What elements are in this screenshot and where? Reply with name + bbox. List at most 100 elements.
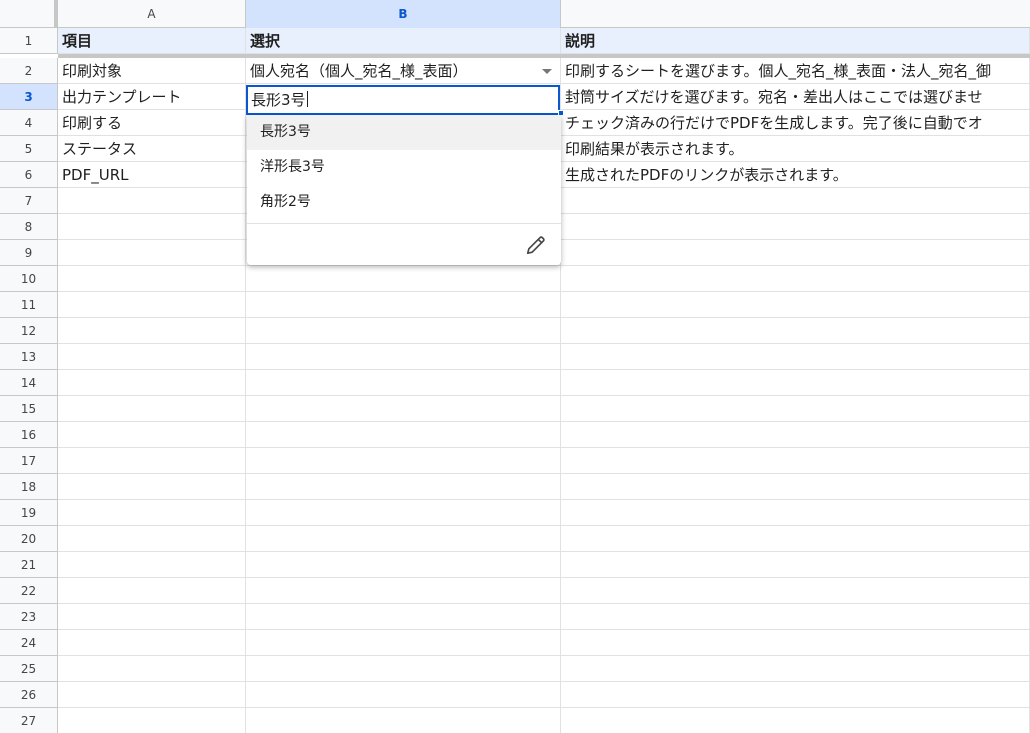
cell-b[interactable] (246, 448, 561, 474)
cell-b[interactable] (246, 422, 561, 448)
cell-b[interactable] (246, 604, 561, 630)
cell-c[interactable] (561, 500, 1030, 526)
cell-a[interactable] (58, 240, 246, 266)
row-header-5[interactable]: 5 (0, 136, 58, 162)
cell-a[interactable]: 印刷する (58, 110, 246, 136)
cell-c[interactable]: 封筒サイズだけを選びます。宛名・差出人はここでは選びませ (561, 84, 1030, 110)
cell-b[interactable] (246, 630, 561, 656)
cell-b[interactable] (246, 708, 561, 733)
cell-a[interactable] (58, 630, 246, 656)
cell-a[interactable] (58, 266, 246, 292)
cell-c[interactable] (561, 604, 1030, 630)
cell-c[interactable]: チェック済みの行だけでPDFを生成します。完了後に自動でオ (561, 110, 1030, 136)
cell-c[interactable] (561, 708, 1030, 733)
cell-b[interactable] (246, 266, 561, 292)
cell-c[interactable] (561, 578, 1030, 604)
cell-b[interactable] (246, 656, 561, 682)
row-header-2[interactable]: 2 (0, 58, 58, 84)
cell-c[interactable] (561, 630, 1030, 656)
cell-b[interactable] (246, 318, 561, 344)
cell-a[interactable] (58, 656, 246, 682)
cell-a[interactable] (58, 214, 246, 240)
dropdown-arrow-icon[interactable] (542, 69, 552, 74)
cell-b[interactable] (246, 370, 561, 396)
cell-a[interactable] (58, 188, 246, 214)
row-header-25[interactable]: 25 (0, 656, 58, 682)
cell-b[interactable]: 個人宛名（個人_宛名_様_表面） (246, 58, 561, 84)
cell-a[interactable] (58, 344, 246, 370)
cell-c[interactable]: 印刷結果が表示されます。 (561, 136, 1030, 162)
row-header-18[interactable]: 18 (0, 474, 58, 500)
cell-a[interactable] (58, 552, 246, 578)
cell-c[interactable] (561, 318, 1030, 344)
active-cell-editor[interactable]: 長形3号 (246, 85, 560, 115)
row-header-13[interactable]: 13 (0, 344, 58, 370)
cell-c[interactable]: 生成されたPDFのリンクが表示されます。 (561, 162, 1030, 188)
cell-c[interactable] (561, 396, 1030, 422)
column-header-b[interactable]: B (246, 0, 561, 28)
row-header-21[interactable]: 21 (0, 552, 58, 578)
row-header-15[interactable]: 15 (0, 396, 58, 422)
cell-a[interactable]: PDF_URL (58, 162, 246, 188)
dropdown-option[interactable]: 洋形長3号 (247, 150, 561, 185)
cell-c[interactable] (561, 292, 1030, 318)
row-header-26[interactable]: 26 (0, 682, 58, 708)
cell-a[interactable] (58, 526, 246, 552)
cell-a[interactable] (58, 448, 246, 474)
cell-c[interactable] (561, 474, 1030, 500)
row-header-12[interactable]: 12 (0, 318, 58, 344)
cell-b[interactable] (246, 344, 561, 370)
cell-b[interactable] (246, 396, 561, 422)
cell-a[interactable] (58, 318, 246, 344)
cell-a[interactable] (58, 422, 246, 448)
cell-c[interactable] (561, 240, 1030, 266)
cell-c[interactable] (561, 344, 1030, 370)
cell-a[interactable] (58, 708, 246, 733)
cell-a[interactable] (58, 292, 246, 318)
cell-c[interactable] (561, 526, 1030, 552)
row-header-23[interactable]: 23 (0, 604, 58, 630)
dropdown-option[interactable]: 角形2号 (247, 185, 561, 220)
cell-c[interactable] (561, 682, 1030, 708)
cell-b[interactable] (246, 474, 561, 500)
cell-c[interactable] (561, 448, 1030, 474)
cell-b[interactable] (246, 292, 561, 318)
cell-c[interactable] (561, 266, 1030, 292)
cell-c[interactable] (561, 370, 1030, 396)
row-header-10[interactable]: 10 (0, 266, 58, 292)
cell-c[interactable] (561, 188, 1030, 214)
row-header-4[interactable]: 4 (0, 110, 58, 136)
cell-b[interactable] (246, 578, 561, 604)
cell-a[interactable]: ステータス (58, 136, 246, 162)
cell-c[interactable] (561, 552, 1030, 578)
row-header-20[interactable]: 20 (0, 526, 58, 552)
header-cell-a[interactable]: 項目 (58, 28, 246, 54)
row-header-14[interactable]: 14 (0, 370, 58, 396)
row-header-7[interactable]: 7 (0, 188, 58, 214)
row-header-6[interactable]: 6 (0, 162, 58, 188)
select-all-corner[interactable] (0, 0, 58, 28)
row-header-17[interactable]: 17 (0, 448, 58, 474)
pencil-icon[interactable] (525, 234, 547, 256)
row-header-8[interactable]: 8 (0, 214, 58, 240)
cell-a[interactable] (58, 370, 246, 396)
dropdown-option[interactable]: 長形3号 (247, 115, 561, 150)
cell-a[interactable] (58, 578, 246, 604)
header-cell-c[interactable]: 説明 (561, 28, 1030, 54)
cell-b[interactable] (246, 682, 561, 708)
row-header-1[interactable]: 1 (0, 28, 58, 54)
row-header-3[interactable]: 3 (0, 84, 58, 110)
row-header-9[interactable]: 9 (0, 240, 58, 266)
header-cell-b[interactable]: 選択 (246, 28, 561, 54)
row-header-24[interactable]: 24 (0, 630, 58, 656)
cell-a[interactable]: 印刷対象 (58, 58, 246, 84)
cell-b[interactable] (246, 526, 561, 552)
cell-a[interactable] (58, 500, 246, 526)
cell-a[interactable] (58, 682, 246, 708)
cell-b[interactable] (246, 500, 561, 526)
cell-c[interactable]: 印刷するシートを選びます。個人_宛名_様_表面・法人_宛名_御 (561, 58, 1030, 84)
cell-a[interactable] (58, 474, 246, 500)
cell-c[interactable] (561, 656, 1030, 682)
cell-a[interactable] (58, 396, 246, 422)
row-header-16[interactable]: 16 (0, 422, 58, 448)
